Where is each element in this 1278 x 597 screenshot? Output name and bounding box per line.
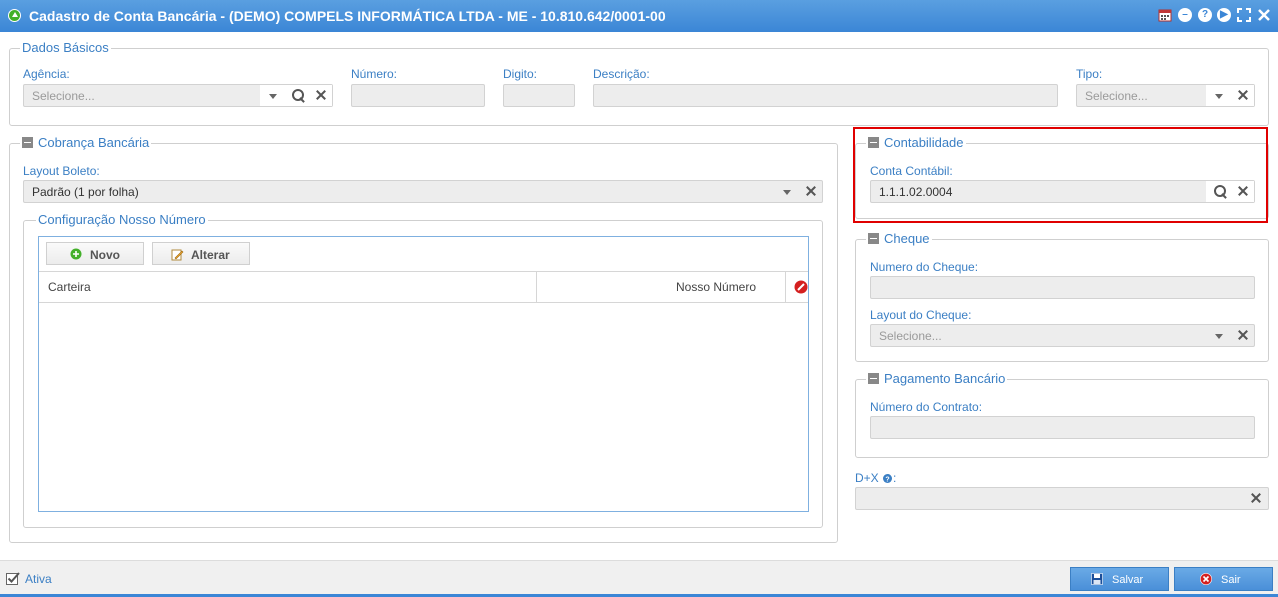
pagamento-legend-text: Pagamento Bancário — [884, 371, 1006, 386]
layout-boleto-value: Padrão (1 por folha) — [32, 185, 139, 199]
dx-label-text: D+X — [855, 471, 879, 485]
dx-suffix: : — [893, 471, 897, 485]
chevron-down-icon[interactable] — [776, 181, 798, 202]
edit-icon — [171, 249, 184, 261]
config-legend: Configuração Nosso Número — [38, 212, 206, 227]
alterar-button[interactable]: Alterar — [152, 242, 250, 265]
agencia-placeholder: Selecione... — [32, 89, 95, 103]
ativa-label[interactable]: Ativa — [25, 572, 52, 586]
novo-label: Novo — [90, 248, 120, 262]
minimize-icon[interactable]: – — [1178, 8, 1192, 22]
clear-icon[interactable] — [310, 85, 332, 106]
numero-cheque-input[interactable] — [870, 276, 1255, 299]
dados-basicos-legend: Dados Básicos — [22, 40, 109, 55]
salvar-button[interactable]: Salvar — [1070, 567, 1169, 591]
cheque-legend[interactable]: Cheque — [866, 232, 932, 246]
pagamento-section: Pagamento Bancário — [855, 372, 1269, 458]
descricao-input[interactable] — [593, 84, 1058, 107]
highlight-box — [853, 127, 1268, 223]
chevron-down-icon[interactable] — [1208, 85, 1230, 106]
dx-label: D+X ? : — [855, 471, 896, 485]
tipo-label: Tipo: — [1076, 67, 1103, 81]
svg-text:?: ? — [885, 476, 889, 483]
play-icon[interactable]: ▶ — [1217, 8, 1231, 22]
layout-cheque-label: Layout do Cheque: — [870, 308, 972, 322]
agencia-select[interactable]: Selecione... — [23, 84, 333, 107]
cobranca-legend-text: Cobrança Bancária — [38, 135, 150, 150]
window-title: Cadastro de Conta Bancária - (DEMO) COMP… — [29, 8, 666, 24]
cheque-legend-text: Cheque — [884, 231, 930, 246]
chevron-down-icon[interactable] — [1208, 325, 1230, 346]
dx-input[interactable] — [855, 487, 1269, 510]
app-icon — [8, 9, 21, 22]
window-titlebar: Cadastro de Conta Bancária - (DEMO) COMP… — [0, 0, 1278, 32]
grid-header: Carteira Nosso Número — [39, 271, 808, 303]
column-divider — [785, 272, 786, 302]
salvar-label: Salvar — [1112, 574, 1144, 586]
tipo-placeholder: Selecione... — [1085, 89, 1148, 103]
checkbox-checked-icon[interactable] — [6, 572, 21, 585]
digito-input[interactable] — [503, 84, 575, 107]
layout-boleto-select[interactable]: Padrão (1 por folha) — [23, 180, 823, 203]
sair-label: Sair — [1221, 574, 1241, 586]
novo-button[interactable]: Novo — [46, 242, 144, 265]
layout-boleto-label: Layout Boleto: — [23, 164, 100, 178]
footer-bar: Ativa Salvar Sair — [0, 560, 1278, 597]
digito-label: Digito: — [503, 67, 538, 81]
alterar-label: Alterar — [191, 248, 230, 262]
tipo-select[interactable]: Selecione... — [1076, 84, 1255, 107]
clear-icon[interactable] — [1232, 325, 1254, 346]
help-icon[interactable]: ? — [883, 474, 893, 483]
collapse-icon[interactable] — [22, 137, 33, 148]
calendar-icon[interactable] — [1158, 8, 1172, 22]
layout-cheque-placeholder: Selecione... — [879, 329, 942, 343]
chevron-down-icon[interactable] — [262, 85, 284, 106]
collapse-icon[interactable] — [868, 373, 879, 384]
help-icon[interactable]: ? — [1198, 8, 1212, 22]
close-icon[interactable] — [1257, 8, 1271, 22]
save-icon — [1091, 573, 1103, 585]
add-icon — [70, 248, 82, 260]
exit-icon — [1200, 573, 1212, 585]
clear-icon[interactable] — [1245, 488, 1267, 509]
nosso-numero-grid: Novo Alterar Carteira Nosso Número — [38, 236, 809, 512]
delete-icon[interactable] — [794, 280, 808, 294]
column-divider — [536, 272, 537, 302]
descricao-label: Descrição: — [593, 67, 650, 81]
cobranca-legend[interactable]: Cobrança Bancária — [20, 136, 151, 150]
sair-button[interactable]: Sair — [1174, 567, 1273, 591]
numero-input[interactable] — [351, 84, 485, 107]
column-header-nosso-numero[interactable]: Nosso Número — [676, 280, 756, 294]
pagamento-legend[interactable]: Pagamento Bancário — [866, 372, 1007, 386]
clear-icon[interactable] — [1232, 85, 1254, 106]
numero-contrato-input[interactable] — [870, 416, 1255, 439]
column-header-carteira[interactable]: Carteira — [48, 280, 91, 294]
numero-contrato-label: Número do Contrato: — [870, 400, 983, 414]
numero-label: Número: — [351, 67, 398, 81]
fullscreen-icon[interactable] — [1237, 8, 1251, 22]
numero-cheque-label: Numero do Cheque: — [870, 260, 979, 274]
search-icon[interactable] — [286, 85, 308, 106]
agencia-label: Agência: — [23, 67, 70, 81]
layout-cheque-select[interactable]: Selecione... — [870, 324, 1255, 347]
collapse-icon[interactable] — [868, 233, 879, 244]
clear-icon[interactable] — [800, 181, 822, 202]
